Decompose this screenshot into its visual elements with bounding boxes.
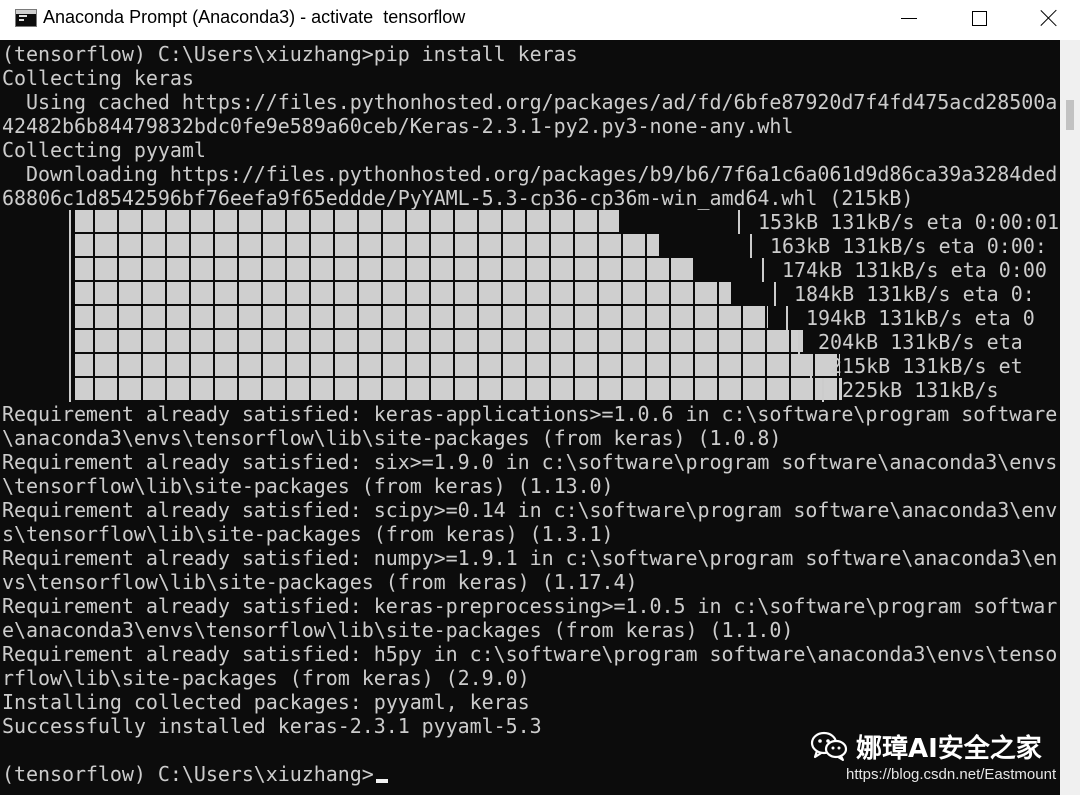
console-line: Collecting keras [2, 66, 194, 90]
console-line: s\tensorflow\lib\site-packages (from ker… [2, 522, 614, 546]
console-line: e\anaconda3\envs\tensorflow\lib\site-pac… [2, 618, 794, 642]
console-line: 42482b6b84479832bdc0fe9e589a60ceb/Keras-… [2, 114, 794, 138]
progress-status-text: 194kB 131kB/s eta 0 [806, 306, 1035, 330]
progress-bar-end [822, 378, 824, 402]
progress-bar-fill [69, 354, 840, 378]
wechat-icon [810, 730, 848, 762]
console-line: vs\tensorflow\lib\site-packages (from ke… [2, 570, 638, 594]
progress-bar-fill [69, 210, 619, 234]
watermark: 娜璋AI安全之家 [810, 728, 1042, 764]
progress-status-text: 184kB 131kB/s eta 0: [794, 282, 1035, 306]
progress-bar-end [810, 354, 812, 378]
console-lines-before-progress: (tensorflow) C:\Users\xiuzhang>pip insta… [2, 42, 1057, 210]
progress-row: 194kB 131kB/s eta 0 [0, 306, 1060, 330]
console-line: Requirement already satisfied: keras-app… [2, 402, 1058, 426]
progress-bar-end [798, 330, 800, 354]
progress-bar-end [738, 210, 740, 234]
title-bar[interactable]: Anaconda Prompt (Anaconda3) - activate t… [0, 0, 1080, 40]
progress-row: 204kB 131kB/s eta [0, 330, 1060, 354]
progress-bar-fill [69, 234, 659, 258]
text-cursor [375, 779, 388, 783]
console-line: Using cached https://files.pythonhosted.… [2, 90, 1058, 114]
progress-bar-end [774, 282, 776, 306]
console-line: 68806c1d8542596bf76eefa9f65eddde/PyYAML-… [2, 186, 914, 210]
minimize-icon [901, 17, 917, 19]
progress-status-text: 174kB 131kB/s eta 0:00 [782, 258, 1047, 282]
console-line: \anaconda3\envs\tensorflow\lib\site-pack… [2, 426, 782, 450]
console-line: Installing collected packages: pyyaml, k… [2, 690, 530, 714]
console-line: rflow\lib\site-packages (from keras) (2.… [2, 666, 530, 690]
close-button[interactable] [1026, 0, 1072, 36]
console-line: Downloading https://files.pythonhosted.o… [2, 162, 1058, 186]
progress-row: 174kB 131kB/s eta 0:00 [0, 258, 1060, 282]
console-line: Collecting pyyaml [2, 138, 206, 162]
progress-bar-end [786, 306, 788, 330]
progress-bar-fill [69, 258, 695, 282]
progress-bar-fill [69, 330, 803, 354]
progress-status-text: 215kB 131kB/s et [830, 354, 1023, 378]
progress-bar-end [762, 258, 764, 282]
minimize-button[interactable] [886, 0, 932, 36]
console-line: \tensorflow\lib\site-packages (from kera… [2, 474, 614, 498]
console-app-icon[interactable] [15, 9, 37, 27]
progress-bar-fill [69, 306, 768, 330]
progress-status-text: 225kB 131kB/s [842, 378, 999, 402]
console-line: Requirement already satisfied: keras-pre… [2, 594, 1058, 618]
progress-row: 184kB 131kB/s eta 0: [0, 282, 1060, 306]
progress-row: 153kB 131kB/s eta 0:00:01 [0, 210, 1060, 234]
vertical-scrollbar[interactable] [1060, 40, 1080, 795]
console-line: Requirement already satisfied: numpy>=1.… [2, 546, 1058, 570]
progress-bar-end [750, 234, 752, 258]
maximize-icon [971, 10, 987, 26]
window-title: Anaconda Prompt (Anaconda3) - activate t… [43, 7, 466, 27]
progress-row: 215kB 131kB/s et [0, 354, 1060, 378]
progress-status-text: 204kB 131kB/s eta [818, 330, 1023, 354]
watermark-url: https://blog.csdn.net/Eastmount [846, 766, 1057, 783]
progress-status-text: 163kB 131kB/s eta 0:00: [770, 234, 1047, 258]
console-line: (tensorflow) C:\Users\xiuzhang>pip insta… [2, 42, 578, 66]
progress-row: 225kB 131kB/s [0, 378, 1060, 402]
console-line: Requirement already satisfied: h5py in c… [2, 642, 1058, 666]
progress-status-text: 153kB 131kB/s eta 0:00:01 [758, 210, 1060, 234]
progress-bar-fill [69, 378, 842, 402]
progress-bar-fill [69, 282, 731, 306]
console-line: Requirement already satisfied: scipy>=0.… [2, 498, 1058, 522]
console-line: Requirement already satisfied: six>=1.9.… [2, 450, 1058, 474]
console-output[interactable]: (tensorflow) C:\Users\xiuzhang>pip insta… [0, 40, 1060, 795]
watermark-title: 娜璋AI安全之家 [856, 733, 1042, 764]
close-icon [1040, 9, 1058, 27]
scrollbar-thumb[interactable] [1066, 100, 1074, 130]
progress-row: 163kB 131kB/s eta 0:00: [0, 234, 1060, 258]
maximize-button[interactable] [956, 0, 1002, 36]
